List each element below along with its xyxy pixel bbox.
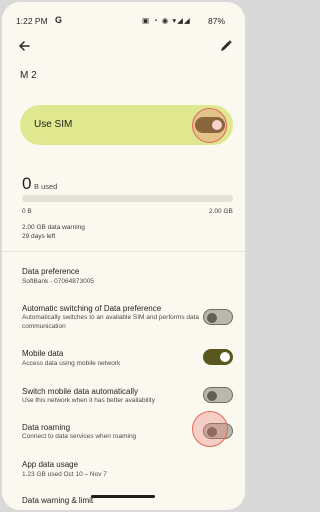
setting-title: Data preference xyxy=(22,267,80,276)
status-time: 1:22 PM xyxy=(16,16,48,26)
setting-subtitle: Access data using mobile network xyxy=(22,360,121,367)
setting-title: Automatic switching of Data preference xyxy=(22,304,162,313)
back-arrow-icon[interactable] xyxy=(16,38,32,54)
status-icons: ▣ ◔ ◉ ▾◢◢ xyxy=(142,16,191,25)
setting-title: Data warning & limit xyxy=(22,496,94,505)
pencil-icon[interactable] xyxy=(218,38,234,54)
setting-subtitle: Connect to data services when roaming xyxy=(22,433,137,440)
switch-mobile-data-toggle[interactable] xyxy=(203,387,233,403)
data-used-unit: B used xyxy=(34,182,58,191)
use-sim-label: Use SIM xyxy=(34,119,73,130)
phone-screen: 1:22 PM G ▣ ◔ ◉ ▾◢◢ 87% M 2 Use SIM 0 B … xyxy=(2,2,245,510)
auto-switch-toggle[interactable] xyxy=(203,309,233,325)
toggle-knob xyxy=(207,390,217,401)
setting-title: App data usage xyxy=(22,460,79,469)
data-warning-info: 2.00 GB data warning 29 days left xyxy=(22,223,85,241)
tap-highlight xyxy=(192,108,227,143)
days-left-text: 29 days left xyxy=(22,233,56,240)
battery-percentage: 87% xyxy=(208,16,226,26)
toggle-knob xyxy=(220,352,230,362)
usage-min-label: 0 B xyxy=(22,208,32,215)
toggle-knob xyxy=(207,312,217,323)
setting-subtitle: 1.23 GB used Oct 10 – Nov 7 xyxy=(22,471,107,478)
status-bar: 1:22 PM G ▣ ◔ ◉ ▾◢◢ 87% xyxy=(2,2,245,32)
setting-subtitle: SoftBank - 07064873005 xyxy=(22,278,94,285)
setting-title: Mobile data xyxy=(22,349,64,358)
page-title: M 2 xyxy=(20,70,37,81)
setting-title: Switch mobile data automatically xyxy=(22,387,139,396)
tap-highlight xyxy=(192,411,228,447)
data-warning-text: 2.00 GB data warning xyxy=(22,224,85,231)
setting-title: Data roaming xyxy=(22,423,71,432)
setting-subtitle: Use this network when it has better avai… xyxy=(22,397,155,404)
usage-max-label: 2.00 GB xyxy=(209,208,233,215)
gesture-nav-handle[interactable] xyxy=(91,495,155,498)
use-sim-card[interactable]: Use SIM xyxy=(20,105,233,145)
google-app-icon: G xyxy=(55,15,63,25)
top-app-bar xyxy=(2,32,245,62)
setting-subtitle: Automatically switches to an available S… xyxy=(22,314,200,330)
data-used-amount: 0 xyxy=(22,174,32,193)
mobile-data-toggle[interactable] xyxy=(203,349,233,365)
divider xyxy=(2,251,245,252)
data-usage-bar xyxy=(22,195,233,202)
